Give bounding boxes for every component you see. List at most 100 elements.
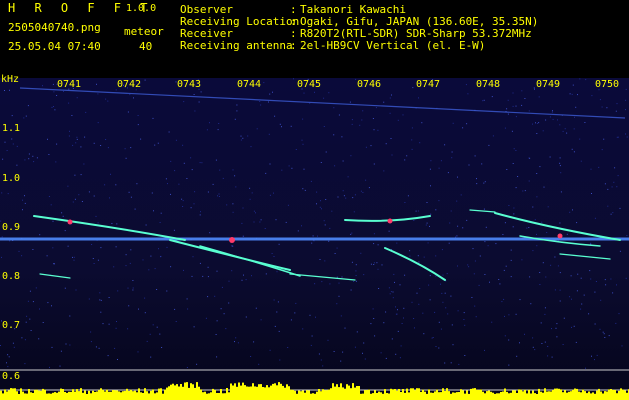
noise-speck [236,110,238,112]
noise-speck [304,189,306,191]
noise-speck [260,319,262,321]
noise-speck [580,160,582,162]
noise-speck [425,224,427,226]
noise-speck [447,172,449,174]
noise-speck [107,147,109,149]
noise-speck [598,166,600,168]
signal-bar [402,389,404,400]
noise-speck [430,213,432,215]
noise-speck [600,299,602,301]
noise-speck [594,217,596,219]
noise-speck [240,139,242,141]
noise-speck [108,323,110,325]
noise-speck [29,290,31,292]
noise-speck [549,156,551,158]
noise-speck [166,290,168,292]
noise-speck [441,249,443,251]
noise-speck [107,100,109,102]
noise-speck [209,122,210,124]
noise-speck [75,142,77,144]
noise-speck [545,276,547,278]
noise-speck [48,196,50,197]
noise-speck [353,211,355,213]
signal-bar [514,390,516,400]
noise-speck [324,224,326,226]
noise-speck [594,323,596,325]
noise-speck [448,242,450,244]
noise-speck [196,363,198,365]
signal-bar [414,390,416,400]
noise-speck [513,148,515,150]
signal-bar [160,388,162,400]
signal-bar [352,383,354,400]
noise-speck [97,93,99,95]
noise-speck [441,292,443,294]
signal-bar [434,391,436,400]
signal-bar [174,385,176,400]
noise-speck [209,232,211,234]
noise-speck [559,124,561,126]
signal-bar [268,387,270,400]
freq-label: 0.6 [2,371,21,382]
noise-speck [240,135,242,137]
noise-speck [580,308,582,310]
noise-speck [323,220,325,222]
signal-bar [224,393,226,400]
noise-speck [599,99,601,101]
signal-bar [456,392,458,400]
signal-bar [506,391,508,400]
signal-bar [98,389,100,400]
noise-speck [571,298,572,300]
signal-bar [76,389,78,400]
noise-speck [174,308,176,310]
noise-speck [528,180,530,182]
noise-speck [129,262,131,264]
noise-speck [6,150,8,151]
noise-speck [242,207,244,209]
noise-speck [510,276,512,278]
signal-bar [158,388,160,400]
noise-speck [287,347,289,348]
signal-bar [12,388,14,400]
noise-speck [478,284,480,286]
signal-bar [382,393,384,400]
noise-speck [226,204,228,206]
noise-speck [72,144,74,146]
noise-speck [559,300,561,302]
noise-speck [353,281,355,282]
noise-speck [504,222,506,224]
noise-speck [409,255,411,257]
noise-speck [241,222,243,224]
meteor-head [67,219,73,225]
noise-speck [198,101,200,103]
noise-speck [22,199,23,201]
noise-speck [419,142,421,144]
noise-speck [73,259,75,261]
noise-speck [64,287,66,289]
noise-speck [419,288,421,289]
noise-speck [438,167,440,169]
signal-bar [580,392,582,400]
meteor-head [387,218,393,224]
signal-bar [252,383,254,400]
app-version: 1.0.0 [126,3,157,14]
noise-speck [199,162,201,164]
noise-speck [328,240,330,242]
noise-speck [207,266,209,268]
signal-bar [542,392,544,400]
noise-speck [450,210,452,212]
signal-bar [100,388,102,400]
signal-bar [416,388,418,400]
noise-speck [581,303,583,305]
signal-bar [16,391,18,400]
noise-speck [314,283,316,285]
noise-speck [552,110,553,112]
signal-bar [492,392,494,400]
signal-bar [338,387,340,400]
signal-bar [584,391,586,400]
noise-speck [234,175,236,177]
noise-speck [504,315,505,317]
noise-speck [383,322,385,324]
noise-speck [474,305,476,307]
noise-speck [591,355,592,357]
